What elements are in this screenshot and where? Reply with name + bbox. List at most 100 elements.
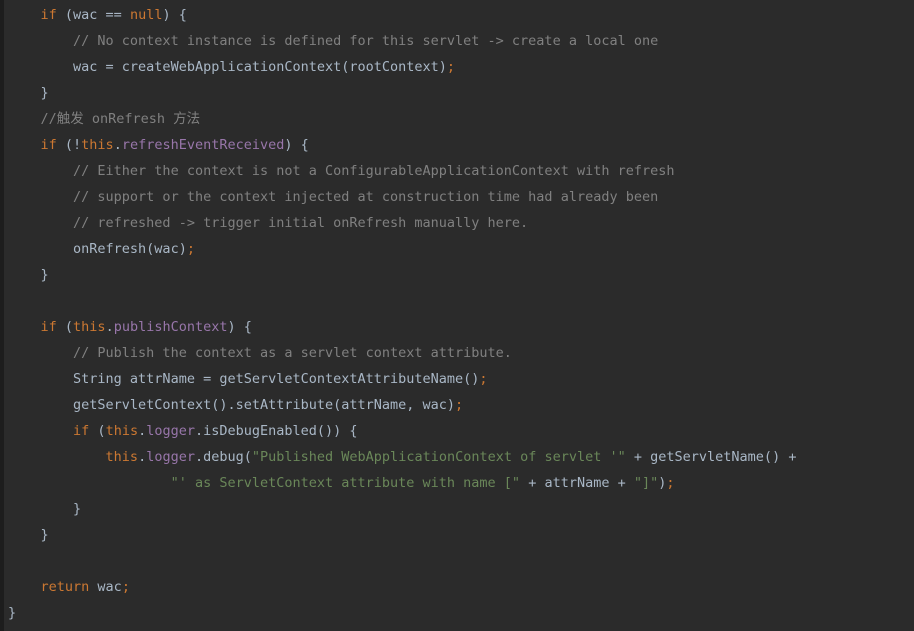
code-token-id: getServletContext().setAttribute(attrNam… [73,397,456,413]
code-line[interactable]: if (this.publishContext) { [0,314,914,340]
code-token-id: } [40,85,49,101]
code-line[interactable]: this.logger.debug("Published WebApplicat… [0,444,914,470]
code-line[interactable]: getServletContext().setAttribute(attrNam… [0,392,914,418]
code-token-id: ( [56,319,74,335]
code-line[interactable]: } [0,496,914,522]
code-line[interactable]: //触发 onRefresh 方法 [0,106,914,132]
code-token-id: } [8,605,17,621]
code-token-str: "' as ServletContext attribute with name… [170,475,521,491]
code-line[interactable]: // Either the context is not a Configura… [0,158,914,184]
code-token-kw: this [81,137,114,153]
code-token-kw: if [40,137,57,153]
code-token-id: . [138,423,147,439]
code-line[interactable]: return wac; [0,574,914,600]
code-token-fld: logger [146,423,195,439]
code-token-fld: refreshEventReceived [121,137,285,153]
code-token-id: ) { [284,137,309,153]
code-token-kw: this [73,319,106,335]
code-line[interactable]: // No context instance is defined for th… [0,28,914,54]
code-token-punct: ) [438,59,447,75]
code-token-cmt: // Publish the context as a servlet cont… [73,345,512,361]
code-token-id: + attrName + [520,475,634,491]
code-line[interactable] [0,288,914,314]
code-token-str: "Published WebApplicationContext of serv… [251,449,626,465]
code-token-id: } [40,527,49,543]
code-token-id: ( [89,423,106,439]
code-token-id: (wac == [56,7,130,23]
code-token-cmt: // refreshed -> trigger initial onRefres… [73,215,529,231]
code-token-id: ) { [227,319,252,335]
code-token-id: .debug( [194,449,252,465]
code-token-fld: logger [146,449,195,465]
code-content[interactable]: if (wac == null) { // No context instanc… [0,0,914,631]
code-token-id: } [40,267,49,283]
code-token-id: (! [56,137,82,153]
code-token-fld: publishContext [113,319,228,335]
code-line[interactable]: "' as ServletContext attribute with name… [0,470,914,496]
code-token-mth: onRefresh(wac) [73,241,187,257]
code-token-id: wac = createWebApplicationContext(rootCo… [73,59,439,75]
code-token-id: ) { [162,7,187,23]
code-token-semi: ; [121,579,130,595]
code-line[interactable]: wac = createWebApplicationContext(rootCo… [0,54,914,80]
code-token-kw: this [105,449,139,465]
code-token-kw: if [40,7,57,23]
code-line[interactable]: } [0,522,914,548]
code-token-semi: ; [446,59,456,75]
code-line[interactable]: String attrName = getServletContextAttri… [0,366,914,392]
code-line[interactable]: } [0,600,914,626]
code-token-kw: return [40,579,90,595]
code-token-id: String attrName = getServletContextAttri… [73,371,480,387]
code-line[interactable]: if (wac == null) { [0,2,914,28]
code-token-semi: ; [666,475,675,491]
code-line[interactable]: if (!this.refreshEventReceived) { [0,132,914,158]
code-line[interactable]: // support or the context injected at co… [0,184,914,210]
code-line[interactable]: } [0,80,914,106]
code-token-id: . [138,449,147,465]
code-token-kw: null [129,7,163,23]
code-line[interactable]: if (this.logger.isDebugEnabled()) { [0,418,914,444]
code-token-kw: this [105,423,139,439]
code-token-id: + getServletName() + [625,449,797,465]
code-line[interactable]: // Publish the context as a servlet cont… [0,340,914,366]
code-token-cmt: //触发 onRefresh 方法 [40,111,201,127]
code-line[interactable]: // refreshed -> trigger initial onRefres… [0,210,914,236]
code-line[interactable] [0,548,914,574]
code-token-id: wac [89,579,122,595]
code-editor[interactable]: if (wac == null) { // No context instanc… [0,0,914,631]
code-token-semi: ; [479,371,488,387]
code-token-cmt: // No context instance is defined for th… [73,33,659,49]
code-line[interactable]: } [0,262,914,288]
code-token-kw: if [40,319,57,335]
code-token-kw: if [73,423,90,439]
code-token-semi: ; [186,241,195,257]
code-token-id: } [73,501,82,517]
code-token-semi: ; [455,397,464,413]
code-token-id: . [105,319,114,335]
code-token-id: .isDebugEnabled()) { [195,423,358,439]
code-line[interactable]: onRefresh(wac); [0,236,914,262]
code-token-id: . [113,137,122,153]
code-token-cmt: // support or the context injected at co… [73,189,659,205]
